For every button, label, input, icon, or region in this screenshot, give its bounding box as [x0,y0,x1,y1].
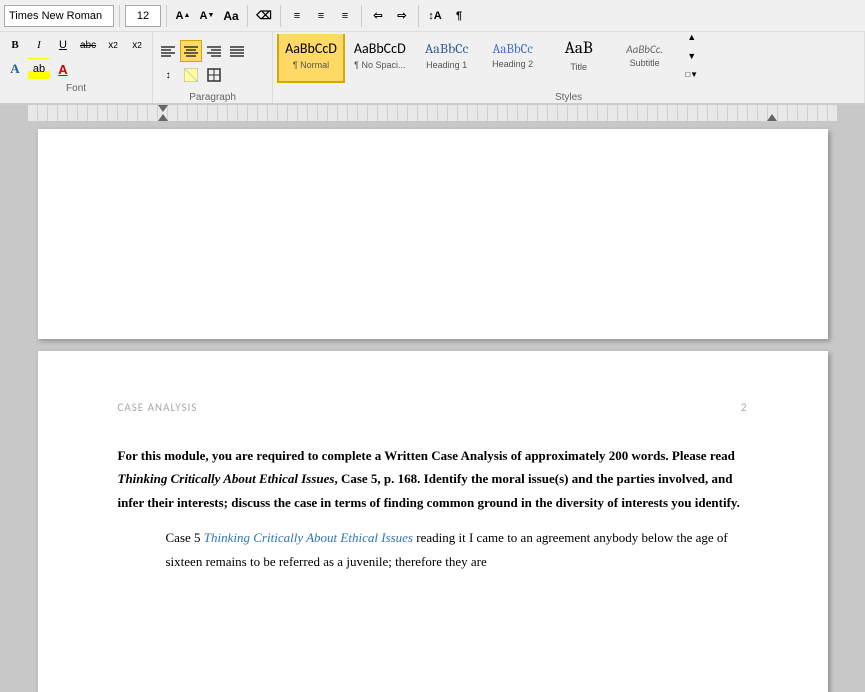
styles-list: AaBbCcD ¶ Normal AaBbCcD ¶ No Spaci... A… [277,34,860,91]
alignment-row1 [157,40,248,62]
style-heading2-name: Heading 2 [492,59,533,69]
p1-text: For this module, you are required to com… [118,448,740,510]
page-2-content: CASE ANALYSIS 2 For this module, you are… [38,351,828,625]
style-subtitle[interactable]: AaBbCc. Subtitle [613,34,677,83]
style-heading2[interactable]: AaBbCc Heading 2 [481,34,545,83]
decrease-indent-button[interactable]: ⇦ [367,5,389,27]
ruler-right-margin [837,105,865,121]
style-title-preview: AaB [565,39,593,59]
underline-button[interactable]: U [52,34,74,56]
strikethrough-button[interactable]: abc [76,34,100,56]
align-left-button[interactable] [157,40,179,62]
clear-format-button[interactable]: ⌫ [253,5,275,27]
style-normal[interactable]: AaBbCcD ¶ Normal [277,34,345,83]
separator3 [247,5,248,27]
text-effects-button[interactable]: A [4,58,26,80]
style-heading1[interactable]: AaBbCc Heading 1 [415,34,479,83]
line-spacing-button[interactable]: ↕ [157,64,179,86]
separator5 [361,5,362,27]
change-case-button[interactable]: Aa [220,5,242,27]
separator4 [280,5,281,27]
ruler [0,105,865,121]
right-indent-marker[interactable] [767,114,777,121]
font-format-row2: A ab A [4,58,148,80]
shading-button[interactable] [180,64,202,86]
superscript-button[interactable]: x2 [126,34,148,56]
font-color-button[interactable]: A [52,58,74,80]
style-normal-name: ¶ Normal [293,60,329,70]
ruler-bar [28,105,837,121]
page-header: CASE ANALYSIS 2 [118,401,748,414]
align-right-button[interactable] [203,40,225,62]
style-title[interactable]: AaB Title [547,34,611,83]
text-highlight-button[interactable]: ab [28,58,50,80]
justify-button[interactable] [226,40,248,62]
sort-button[interactable]: ↕A [424,5,446,27]
style-heading1-name: Heading 1 [426,60,467,70]
page-number: 2 [741,401,748,414]
multilevel-button[interactable]: ≡ [334,5,356,27]
bullets-button[interactable]: ≡ [286,5,308,27]
font-group: B I U abc x2 x2 A ab A Font [0,32,153,103]
indent-marker-bottom[interactable] [158,114,168,121]
font-name-input[interactable] [4,5,114,27]
document-area: CASE ANALYSIS 2 For this module, you are… [0,121,865,692]
style-nospace-preview: AaBbCcD [354,41,406,58]
ruler-left-margin [0,105,28,121]
page-2-body: For this module, you are required to com… [118,444,748,573]
italic-button[interactable]: I [28,34,50,56]
separator6 [418,5,419,27]
separator1 [119,5,120,27]
borders-button[interactable] [203,64,225,86]
bold-button[interactable]: B [4,34,26,56]
numbering-button[interactable]: ≡ [310,5,332,27]
style-subtitle-preview: AaBbCc. [626,43,663,56]
font-size-input[interactable] [125,5,161,27]
font-format-row1: B I U abc x2 x2 [4,34,148,56]
ribbon-row1: A▲ A▼ Aa ⌫ ≡ ≡ ≡ ⇦ ⇨ ↕A ¶ [0,0,865,32]
align-center-button[interactable] [180,40,202,62]
styles-scroll-up-button[interactable]: ▲ [681,34,703,45]
styles-group: AaBbCcD ¶ Normal AaBbCcD ¶ No Spaci... A… [273,32,865,103]
font-grow-button[interactable]: A▲ [172,5,194,27]
style-nospace-name: ¶ No Spaci... [354,60,405,70]
alignment-section: ↕ [157,40,248,86]
indent-marker-top[interactable] [158,105,168,112]
styles-scroll: ▲ ▼ □▼ [681,34,703,83]
style-nospace[interactable]: AaBbCcD ¶ No Spaci... [347,34,413,83]
style-subtitle-name: Subtitle [630,58,660,68]
alignment-row2: ↕ [157,64,248,86]
paragraph-2: Case 5 Thinking Critically About Ethical… [118,526,748,573]
page-1 [38,129,828,339]
ruler-ticks [28,105,837,121]
paragraph-group-label: Paragraph [157,91,268,103]
style-heading1-preview: AaBbCc [425,41,469,58]
show-para-button[interactable]: ¶ [448,5,470,27]
paragraph-group-content: ↕ [157,35,268,91]
styles-scroll-down-button[interactable]: ▼ [681,47,703,64]
p2-book-title: Thinking Critically About Ethical Issues [204,530,413,545]
page-2[interactable]: CASE ANALYSIS 2 For this module, you are… [38,351,828,692]
styles-group-label: Styles [277,91,860,103]
font-shrink-button[interactable]: A▼ [196,5,218,27]
page-header-title: CASE ANALYSIS [118,401,198,414]
increase-indent-button[interactable]: ⇨ [391,5,413,27]
style-normal-preview: AaBbCcD [285,41,337,58]
font-group-label: Font [4,83,148,94]
paragraph-group: ↕ Paragraph [153,32,273,103]
subscript-button[interactable]: x2 [102,34,124,56]
style-heading2-preview: AaBbCc [492,42,532,58]
ribbon: A▲ A▼ Aa ⌫ ≡ ≡ ≡ ⇦ ⇨ ↕A ¶ B I U abc x2 x… [0,0,865,105]
separator2 [166,5,167,27]
ribbon-row2: B I U abc x2 x2 A ab A Font [0,32,865,104]
paragraph-1: For this module, you are required to com… [118,444,748,514]
style-title-name: Title [570,62,587,72]
styles-more-button[interactable]: □▼ [681,66,703,83]
